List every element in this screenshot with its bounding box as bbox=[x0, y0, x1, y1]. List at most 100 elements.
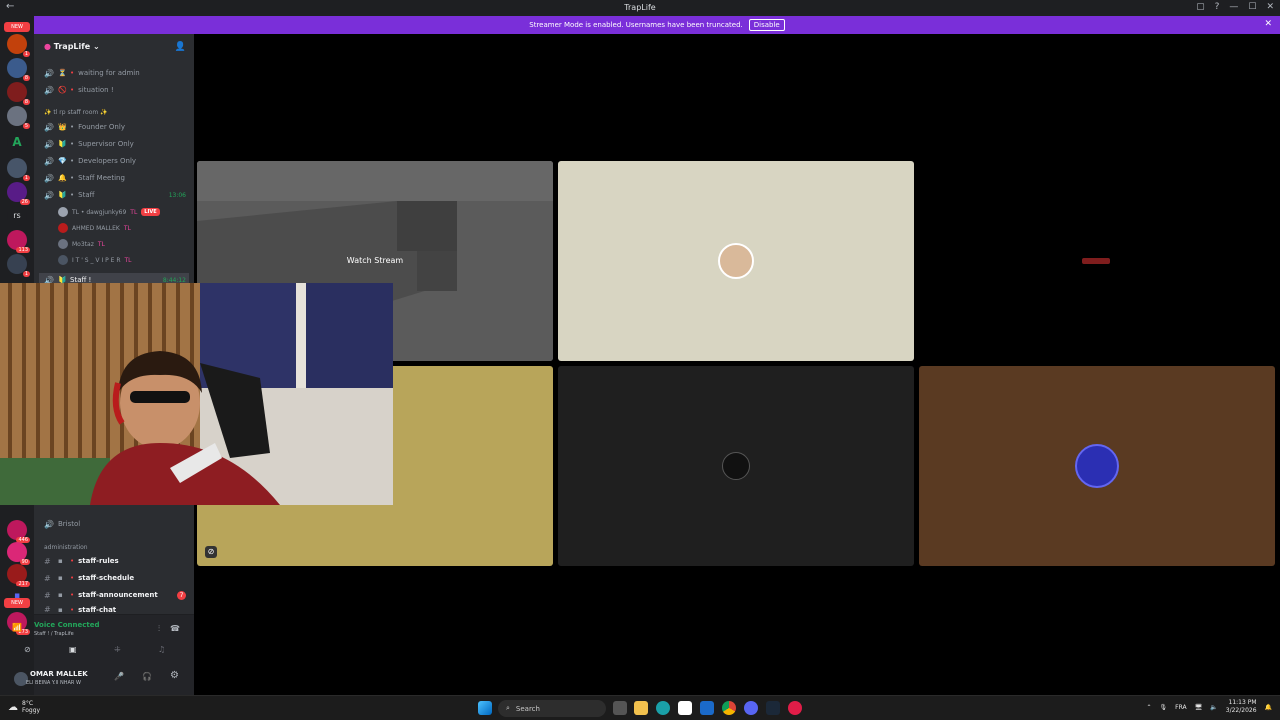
server-icon[interactable]: 5 bbox=[7, 106, 30, 129]
maximize-icon[interactable]: ☐ bbox=[1248, 2, 1256, 12]
voice-user[interactable]: Mo3taz TL bbox=[58, 237, 105, 251]
settings-gear-icon[interactable]: ⚙ bbox=[170, 670, 179, 681]
clock[interactable]: 11:13 PM 3/22/2026 bbox=[1226, 699, 1257, 715]
mic-muted-icon[interactable]: 🎤 bbox=[114, 672, 124, 681]
voice-channel[interactable]: 🔊 🔰 • Supervisor Only bbox=[44, 137, 134, 151]
server-icon[interactable]: 1 bbox=[7, 254, 30, 277]
disconnect-icon[interactable]: ☎ bbox=[170, 624, 180, 633]
text-channel[interactable]: # ▪ • staff-chat bbox=[44, 605, 116, 614]
text-channel[interactable]: # ▪ • staff-announcement bbox=[44, 588, 158, 602]
close-icon[interactable]: ✕ bbox=[1266, 2, 1274, 12]
window-title-bar: ← TrapLife ▢ ? — ☐ ✕ bbox=[0, 0, 1280, 16]
notifications-icon[interactable]: 🔔 bbox=[1265, 704, 1272, 711]
network-icon[interactable]: 🖥 bbox=[1195, 704, 1203, 711]
server-icon[interactable]: 1 bbox=[7, 158, 30, 181]
mic-icon[interactable]: 🎙 bbox=[1160, 704, 1168, 711]
disable-button[interactable]: Disable bbox=[748, 19, 785, 31]
text-channel[interactable]: # ▪ • staff-rules bbox=[44, 554, 119, 568]
new-badge: NEW bbox=[4, 598, 30, 608]
square-icon: ▪ bbox=[58, 605, 63, 614]
activities-icon[interactable]: ⁜ bbox=[114, 645, 121, 654]
participant-tile[interactable] bbox=[558, 161, 914, 361]
file-explorer-icon[interactable] bbox=[634, 701, 648, 715]
voice-connected-label[interactable]: Voice Connected bbox=[34, 621, 100, 629]
steam-icon[interactable] bbox=[766, 701, 780, 715]
speaker-icon: 🔊 bbox=[44, 173, 54, 183]
speaker-icon: 🔊 bbox=[44, 190, 54, 200]
add-member-icon[interactable]: 👤 bbox=[175, 42, 186, 52]
edge-icon[interactable] bbox=[656, 701, 670, 715]
screen-share-icon[interactable]: ▣ bbox=[69, 645, 77, 654]
server-icon-rs[interactable]: rs bbox=[7, 206, 27, 226]
banner-close-icon[interactable]: ✕ bbox=[1264, 19, 1272, 29]
streamer-mode-banner: Streamer Mode is enabled. Usernames have… bbox=[34, 16, 1280, 34]
avatar bbox=[58, 239, 68, 249]
voice-user[interactable]: TL • dawgjunky69 TL LIVE bbox=[58, 205, 160, 219]
username[interactable]: OMAR MALLEK bbox=[30, 670, 88, 678]
mention-badge: 7 bbox=[177, 591, 186, 600]
minimize-icon[interactable]: — bbox=[1229, 2, 1238, 12]
task-view-icon[interactable] bbox=[613, 701, 627, 715]
discord-icon[interactable] bbox=[744, 701, 758, 715]
watch-stream-button[interactable]: Watch Stream bbox=[197, 256, 553, 265]
help-icon[interactable]: ? bbox=[1215, 2, 1220, 12]
server-icon[interactable]: 446 bbox=[7, 520, 30, 543]
voice-channel[interactable]: 🔊 ⏳ • waiting for admin bbox=[44, 66, 140, 80]
voice-channel-staff[interactable]: 🔊 🔰 • Staff bbox=[44, 188, 94, 202]
server-icon[interactable]: 90 bbox=[7, 542, 30, 565]
avatar bbox=[58, 223, 68, 233]
voice-channel[interactable]: 🔊 💎 • Developers Only bbox=[44, 154, 136, 168]
speaker-icon: 🔊 bbox=[44, 156, 54, 166]
server-icon[interactable]: 113 bbox=[7, 230, 30, 253]
taskbar-search[interactable]: ⌕ Search bbox=[498, 700, 606, 717]
camera-off-icon[interactable]: ⊘ bbox=[24, 645, 31, 654]
voice-channel[interactable]: 🔊 👑 • Founder Only bbox=[44, 120, 125, 134]
signal-icon[interactable]: 📶 bbox=[12, 623, 22, 632]
store-icon[interactable] bbox=[678, 701, 692, 715]
voice-channel[interactable]: 🔊 🔔 • Staff Meeting bbox=[44, 171, 125, 185]
participant-tile[interactable] bbox=[558, 366, 914, 566]
speaker-icon: 🔊 bbox=[44, 122, 54, 132]
server-icon[interactable]: 26 bbox=[7, 182, 30, 205]
language-indicator[interactable]: FRA bbox=[1175, 704, 1186, 711]
voice-panel: 📶 Voice Connected Staff ! / TrapLife ⫶ ☎… bbox=[12, 614, 194, 664]
server-icon[interactable]: 1 bbox=[7, 34, 30, 57]
hash-icon: # bbox=[44, 556, 51, 566]
voice-channel[interactable]: 🔊 Bristol bbox=[44, 517, 80, 531]
hash-icon: # bbox=[44, 573, 51, 583]
volume-icon[interactable]: 🔈 bbox=[1210, 704, 1217, 711]
category-header[interactable]: administration bbox=[44, 544, 88, 551]
text-channel[interactable]: # ▪ • staff-schedule bbox=[44, 571, 134, 585]
speaker-icon: 🔊 bbox=[44, 519, 54, 529]
soundboard-icon[interactable]: ♫ bbox=[158, 645, 165, 654]
chevron-down-icon: ⌄ bbox=[92, 42, 100, 51]
category-header[interactable]: ✨ tl rp staff room ✨ bbox=[44, 109, 108, 116]
chrome-icon[interactable] bbox=[722, 701, 736, 715]
voice-user[interactable]: I T ' S _ V I P E R TL bbox=[58, 253, 132, 267]
server-name[interactable]: ● TrapLife ⌄ bbox=[44, 42, 100, 51]
participant-tile[interactable] bbox=[919, 161, 1275, 361]
voice-location[interactable]: Staff ! / TrapLife bbox=[34, 631, 74, 637]
banner-text: Streamer Mode is enabled. Usernames have… bbox=[529, 21, 743, 29]
server-icon-a[interactable]: A bbox=[7, 132, 27, 152]
server-icon[interactable]: 8 bbox=[7, 82, 30, 105]
noise-suppression-icon[interactable]: ⫶ bbox=[158, 624, 160, 634]
webcam-feed bbox=[0, 283, 393, 505]
voice-channel[interactable]: 🔊 🚫 • situation ! bbox=[44, 83, 114, 97]
voice-user[interactable]: AHMED MALLEK TL bbox=[58, 221, 131, 235]
live-badge: LIVE bbox=[141, 208, 160, 216]
server-boost-icon: ● bbox=[44, 42, 51, 51]
chevron-up-icon[interactable]: ⌃ bbox=[1147, 704, 1152, 711]
start-windows-icon[interactable] bbox=[478, 701, 492, 715]
weather-widget[interactable]: ☁ 8°C Foggy bbox=[8, 700, 40, 714]
app-icon[interactable] bbox=[788, 701, 802, 715]
window-controls: ▢ ? — ☐ ✕ bbox=[1196, 2, 1274, 12]
server-icon[interactable]: 217 bbox=[7, 564, 30, 587]
headset-deafened-icon[interactable]: 🎧 bbox=[142, 672, 152, 681]
square-icon: ▪ bbox=[58, 557, 63, 565]
app-icon[interactable] bbox=[700, 701, 714, 715]
camera-off-icon: ⊘ bbox=[205, 546, 217, 558]
inbox-icon[interactable]: ▢ bbox=[1196, 2, 1205, 12]
server-icon[interactable]: 8 bbox=[7, 58, 30, 81]
participant-tile[interactable] bbox=[919, 366, 1275, 566]
